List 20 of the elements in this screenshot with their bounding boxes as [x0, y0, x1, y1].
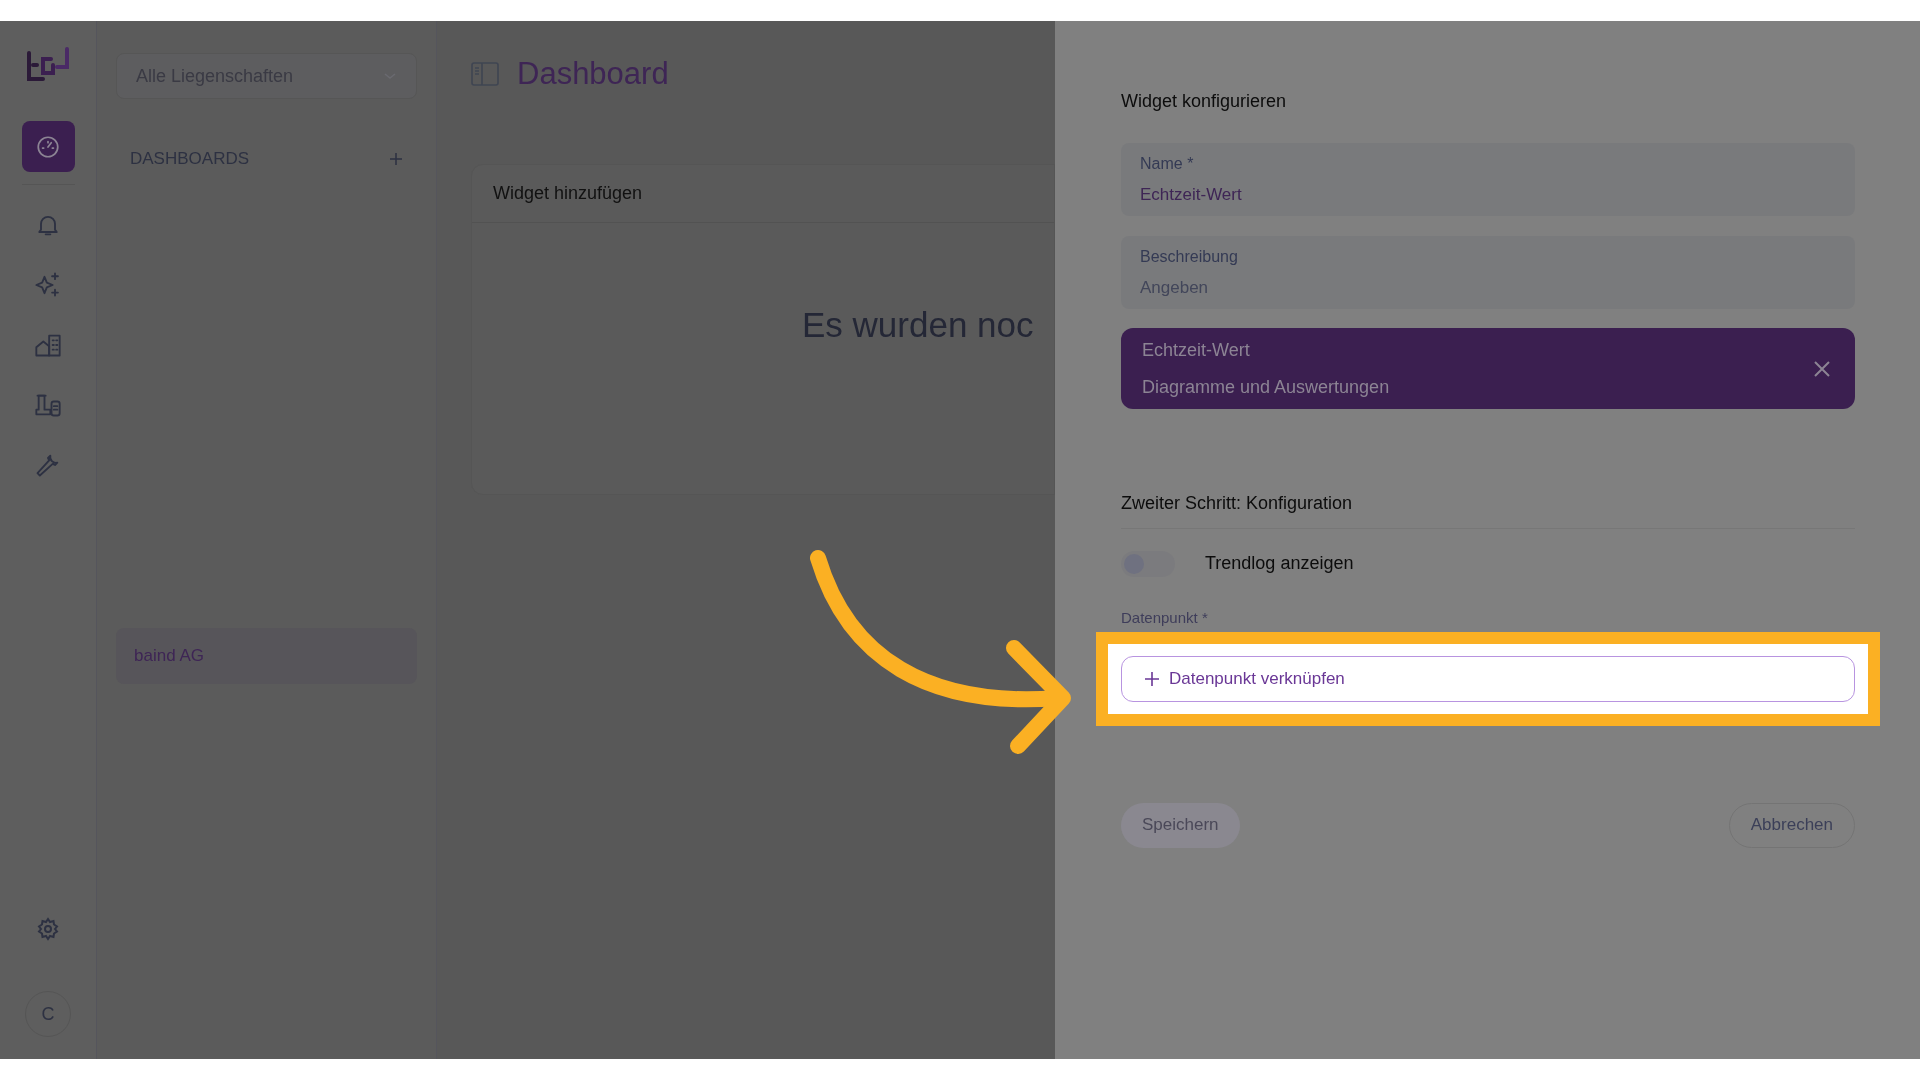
sidebar-toggle-icon[interactable] — [471, 62, 499, 86]
section-heading: Zweiter Schritt: Konfiguration — [1121, 493, 1353, 513]
sparkles-icon — [34, 271, 62, 299]
panel-title: Widget konfigurieren — [1121, 90, 1288, 113]
card-title: Widget hinzufügen — [493, 182, 643, 205]
text-input[interactable]: Angeben — [1140, 274, 1836, 301]
text-input[interactable]: Echtzeit-Wert — [1140, 181, 1836, 208]
toggle-label: Trendlog anzeigen — [1205, 552, 1354, 575]
text-field[interactable]: Beschreibung Angeben — [1121, 236, 1855, 309]
widget-title: Echtzeit-Wert — [1142, 338, 1251, 362]
nav-item[interactable] — [21, 121, 75, 172]
text-field[interactable]: Name * Echtzeit-Wert — [1121, 143, 1855, 216]
dashboard-icon — [35, 133, 61, 160]
add-icon[interactable] — [389, 151, 403, 166]
plus-icon — [1145, 671, 1159, 686]
settings-icon[interactable] — [36, 917, 60, 941]
field-label: Datenpunkt * — [1121, 608, 1209, 628]
widget-subtitle: Diagramme und Auswertungen — [1142, 375, 1390, 399]
link-datapoint-button[interactable]: Datenpunkt verknüpfen — [1121, 655, 1855, 702]
close-icon[interactable] — [1813, 359, 1831, 378]
